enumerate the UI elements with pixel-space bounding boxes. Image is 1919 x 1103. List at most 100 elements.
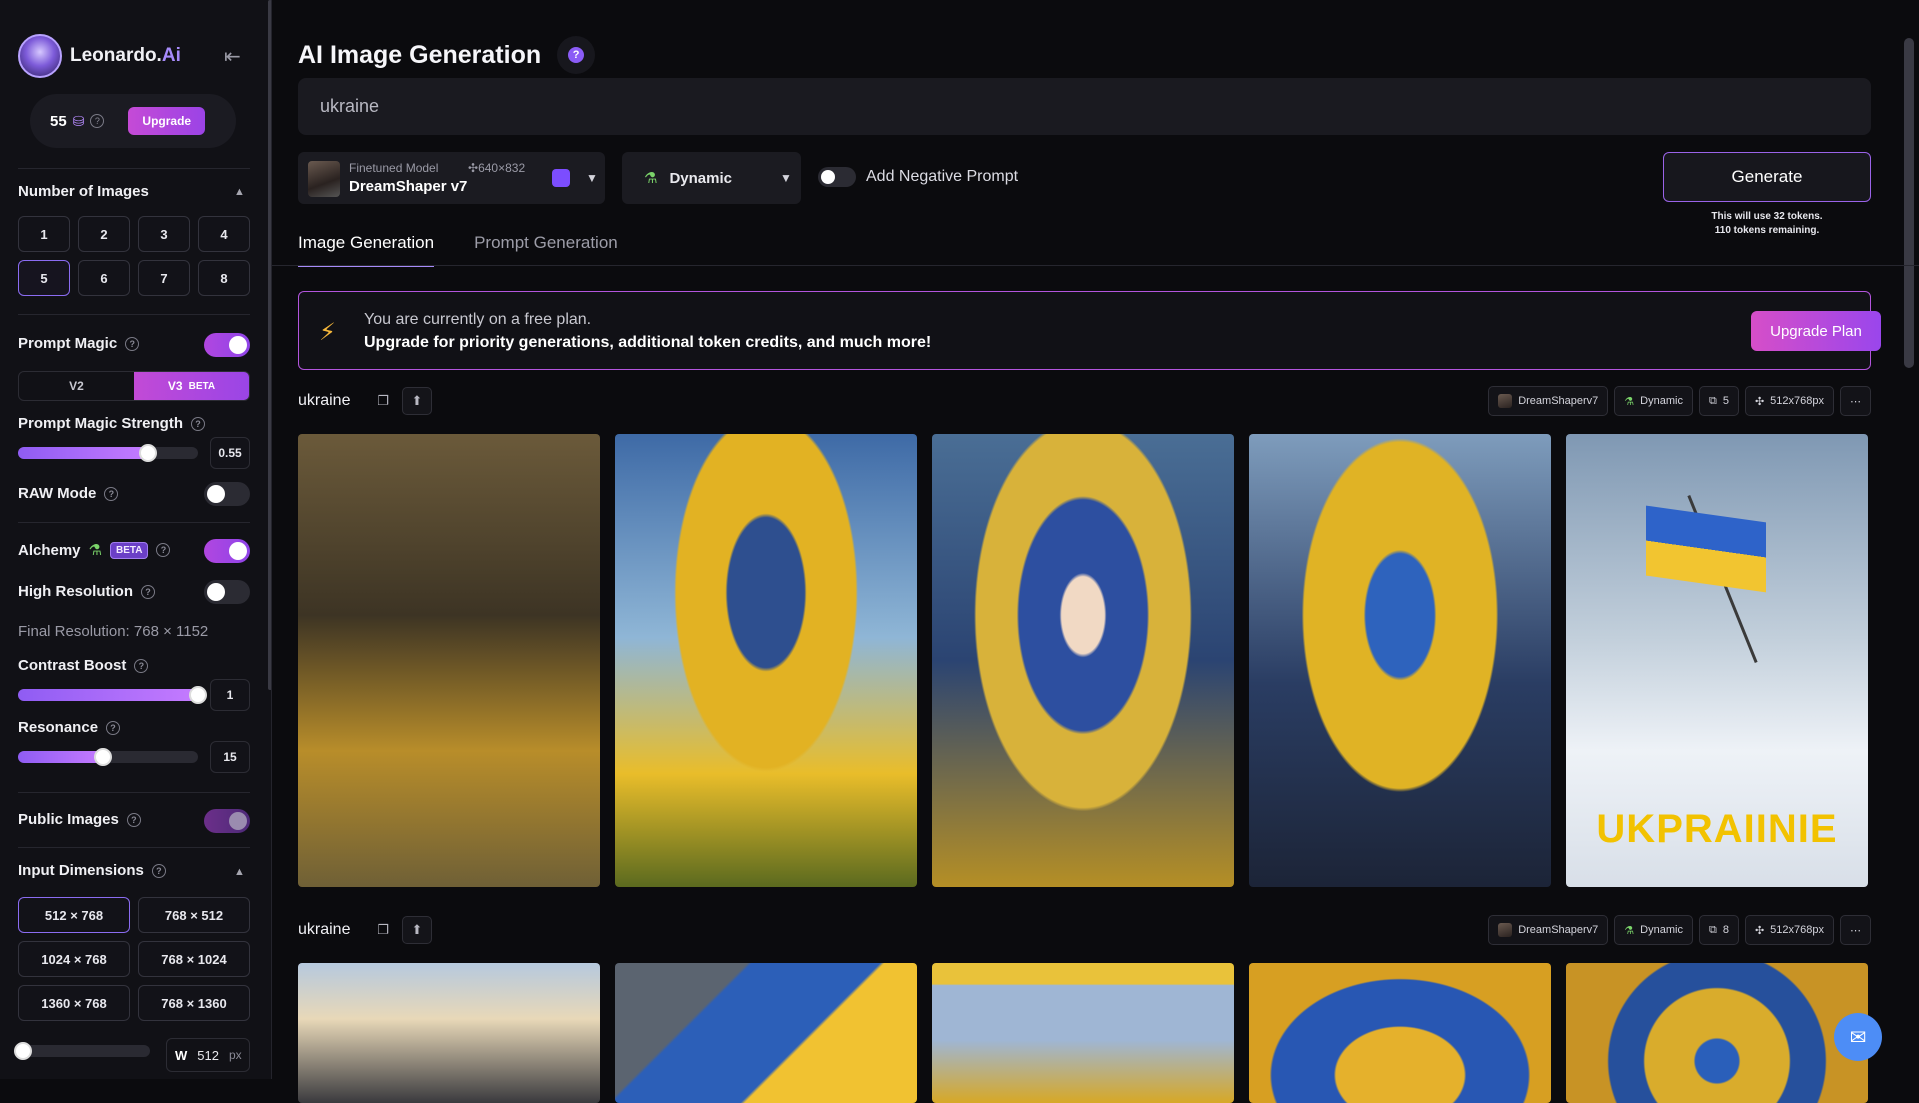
model-thumbnail [1498,923,1513,937]
number-of-images-title: Number of Images [18,183,149,200]
slider-thumb[interactable] [93,748,112,766]
help-icon[interactable]: ? [134,658,149,673]
generated-image[interactable] [932,434,1234,887]
image-count-2[interactable]: 2 [78,216,130,252]
generated-image[interactable] [1249,963,1551,1103]
raw-mode-toggle[interactable] [204,482,250,506]
high-resolution-toggle[interactable] [204,580,250,604]
help-icon[interactable]: ? [126,812,141,827]
resonance-value[interactable]: 15 [210,741,250,773]
collapse-sidebar-icon[interactable]: ⇤ [224,44,241,69]
main-scrollbar[interactable] [1904,38,1914,368]
input-dimensions-grid: 512 × 768 768 × 512 1024 × 768 768 × 102… [18,897,250,1021]
width-slider[interactable] [14,1042,150,1060]
generated-image[interactable] [1249,434,1551,887]
more-options-button[interactable]: ⋯ [1840,386,1871,416]
slider-thumb[interactable] [189,686,207,704]
dimension-512x768[interactable]: 512 × 768 [18,897,130,933]
image-count-3[interactable]: 3 [138,216,190,252]
copy-icon[interactable]: ❐ [368,916,398,944]
image-count-6[interactable]: 6 [78,260,130,296]
upgrade-button[interactable]: Upgrade [128,107,206,135]
generated-image[interactable] [1566,963,1868,1103]
alchemy-toggle[interactable] [204,539,250,563]
chat-icon: ✉ [1849,1026,1867,1049]
upgrade-plan-button[interactable]: Upgrade Plan [1751,311,1881,351]
help-icon[interactable]: ? [106,720,121,735]
app-name: Leonardo. [70,45,162,66]
help-icon[interactable]: ? [125,336,140,351]
chat-support-button[interactable]: ✉ [1834,1013,1882,1061]
beta-badge: BETA [109,541,149,559]
chevron-up-icon[interactable]: ▲ [234,866,245,878]
prompt-input[interactable]: ukraine [298,78,1871,135]
preset-selector[interactable]: ⚗ Dynamic ▼ [622,152,801,204]
dimension-768x512[interactable]: 768 × 512 [138,897,250,933]
divider [18,522,250,523]
negative-prompt-control[interactable]: Add Negative Prompt [818,167,1018,187]
slider-thumb[interactable] [138,444,157,462]
generated-image[interactable] [615,434,917,887]
generation-header: ukraine ❐ ⬆ DreamShaperv7 ⚗ Dynamic ⧉ 5 ✣ 5… [298,386,1871,416]
prompt-magic-strength-value[interactable]: 0.55 [210,437,250,469]
help-button[interactable]: ? [557,36,596,74]
more-options-button[interactable]: ⋯ [1840,915,1871,945]
generation-header: ukraine ❐ ⬆ DreamShaperv7 ⚗ Dynamic ⧉ 8 ✣ 5… [298,915,1871,945]
help-icon[interactable]: ? [151,863,166,878]
help-icon[interactable]: ? [141,584,155,599]
flask-icon: ⚗ [1624,924,1635,937]
tab-prompt-generation[interactable]: Prompt Generation [474,233,618,267]
generated-image[interactable] [615,963,917,1103]
generated-image[interactable]: UKPRAIINIE [1566,434,1868,887]
generate-button[interactable]: Generate [1663,152,1871,202]
help-icon[interactable]: ? [104,486,119,501]
generated-image[interactable] [298,963,600,1103]
generated-image[interactable] [932,963,1234,1103]
images-icon: ⧉ [1708,923,1717,936]
negative-prompt-toggle[interactable] [818,167,856,187]
resonance-slider[interactable] [18,748,198,766]
dimension-1360x768[interactable]: 1360 × 768 [18,985,130,1021]
image-count-1[interactable]: 1 [18,216,70,252]
model-selector[interactable]: Finetuned Model ✣640×832 DreamShaper v7 … [298,152,605,204]
contrast-boost-slider[interactable] [18,686,207,704]
arrow-up-icon[interactable]: ⬆ [402,916,432,944]
negative-prompt-label: Add Negative Prompt [866,168,1019,185]
width-value[interactable]: 512 [197,1048,219,1063]
divider [18,168,250,169]
arrow-up-icon[interactable]: ⬆ [402,387,432,415]
image-count-5[interactable]: 5 [18,260,70,296]
help-icon[interactable]: ? [90,114,105,128]
chevron-down-icon[interactable]: ▼ [586,171,598,185]
help-icon[interactable]: ? [191,416,206,431]
prompt-magic-toggle[interactable] [204,333,250,357]
contrast-boost-value[interactable]: 1 [210,679,250,711]
page-title: AI Image Generation [298,40,542,69]
dimension-768x1024[interactable]: 768 × 1024 [138,941,250,977]
chevron-down-icon: ▼ [780,171,792,185]
count-chip: ⧉ 8 [1698,915,1739,945]
slider-thumb[interactable] [14,1042,32,1060]
generated-image[interactable] [298,434,600,887]
image-count-8[interactable]: 8 [198,260,250,296]
divider [18,847,250,848]
dimension-1024x768[interactable]: 1024 × 768 [18,941,130,977]
chevron-up-icon[interactable]: ▲ [234,186,245,198]
tab-image-generation[interactable]: Image Generation [298,233,435,267]
image-count-7[interactable]: 7 [138,260,190,296]
token-usage-note: This will use 32 tokens. 110 tokens rema… [1711,211,1823,236]
generation-prompt: ukraine [298,392,351,409]
dimension-768x1360[interactable]: 768 × 1360 [138,985,250,1021]
version-v2[interactable]: V2 [19,372,134,400]
model-details-icon[interactable] [552,169,570,187]
width-input[interactable]: W 512 px [166,1038,250,1072]
public-images-toggle[interactable] [204,809,250,833]
prompt-magic-strength-slider[interactable] [18,444,198,462]
width-label: W [175,1047,188,1063]
prompt-magic-label: Prompt Magic [18,335,118,352]
version-v3[interactable]: V3 BETA [134,372,249,400]
help-icon[interactable]: ? [156,543,171,557]
image-count-4[interactable]: 4 [198,216,250,252]
logo[interactable]: Leonardo.Ai [18,34,181,78]
copy-icon[interactable]: ❐ [368,387,398,415]
